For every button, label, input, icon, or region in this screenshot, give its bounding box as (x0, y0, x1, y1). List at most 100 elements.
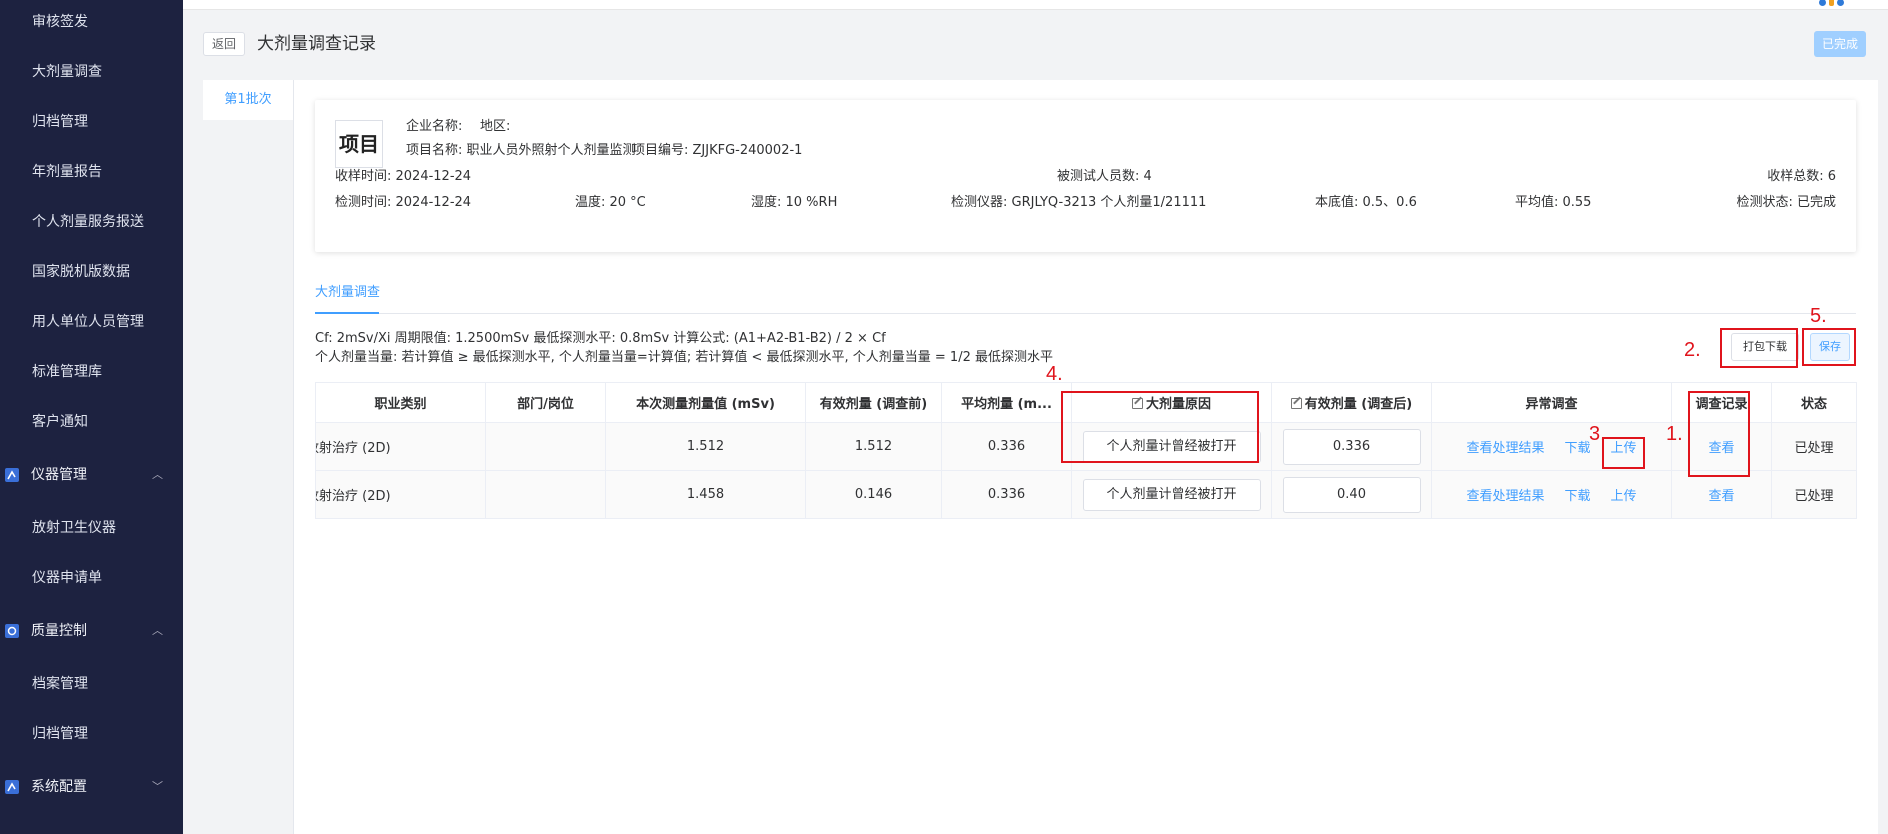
dose-rule-note: 个人剂量当量: 若计算值 ≥ 最低探测水平, 个人剂量当量=计算值; 若计算值 … (315, 350, 1053, 365)
tested-count: 被测试人员数: 4 (1057, 169, 1152, 184)
col-department: 部门/岗位 (485, 382, 606, 423)
annotation-label-1: 1. (1666, 423, 1683, 445)
effective-after-input[interactable]: 0.40 (1282, 476, 1421, 513)
sidebar-group-instruments[interactable]: 仪器管理 ︿ (0, 455, 183, 495)
quality-icon (5, 624, 19, 638)
effective-after-input[interactable]: 0.336 (1282, 428, 1421, 465)
cell-average-dose: 0.336 (941, 470, 1072, 519)
chevron-down-icon: ﹀ (152, 780, 163, 793)
sidebar-item-radiation-instruments[interactable]: 放射卫生仪器 (0, 508, 183, 548)
sidebar-item-standards-library[interactable]: 标准管理库 (0, 352, 183, 392)
cell-measured-dose: 1.512 (605, 422, 806, 471)
formula-note: Cf: 2mSv/Xi 周期限值: 1.2500mSv 最低探测水平: 0.8m… (315, 331, 886, 346)
view-result-link[interactable]: 查看处理结果 (1466, 441, 1544, 456)
completed-status-button[interactable]: 已完成 (1814, 31, 1866, 57)
sidebar-item-customer-notice[interactable]: 客户通知 (0, 402, 183, 442)
col-effective-after: 有效剂量 (调查后) (1271, 382, 1432, 423)
col-average-dose: 平均剂量 (m... (941, 382, 1072, 423)
col-abnormal-investigation: 异常调查 (1431, 382, 1672, 423)
sidebar-group-label: 仪器管理 (31, 467, 87, 483)
annotation-box-1 (1688, 391, 1750, 477)
table-row: 放射治疗 (2D) 1.458 0.146 0.336 个人剂量计曾经被打开 0… (315, 470, 1857, 519)
user-avatar-icon[interactable] (1816, 0, 1844, 10)
cell-effective-before: 0.146 (805, 470, 942, 519)
sample-total: 收样总数: 6 (1767, 169, 1836, 184)
tab-batch-1[interactable]: 第1批次 (203, 80, 295, 120)
cell-average-dose: 0.336 (941, 422, 1072, 471)
sidebar-group-label: 质量控制 (31, 623, 87, 639)
cell-occupation: 放射治疗 (2D) (315, 422, 486, 471)
temperature: 温度: 20 °C (575, 195, 646, 210)
annotation-label-5: 5. (1810, 305, 1827, 327)
sidebar-group-label: 系统配置 (31, 779, 87, 795)
sidebar-item-archive-management[interactable]: 归档管理 (0, 102, 183, 142)
tab-active-indicator (315, 312, 379, 314)
sidebar-item-national-offline-data[interactable]: 国家脱机版数据 (0, 252, 183, 292)
humidity: 湿度: 10 %RH (751, 195, 838, 210)
cell-effective-after: 0.40 (1271, 470, 1432, 519)
sample-time: 收样时间: 2024-12-24 (335, 169, 472, 184)
annotation-box-4 (1061, 391, 1259, 463)
sidebar-group-system-config[interactable]: 系统配置 ﹀ (0, 767, 183, 807)
back-button[interactable]: 返回 (203, 32, 245, 56)
sidebar-item-annual-dose-report[interactable]: 年剂量报告 (0, 152, 183, 192)
cell-record: 查看 (1671, 470, 1772, 519)
cell-abnormal-actions: 查看处理结果 下载 上传 (1431, 470, 1672, 519)
annotation-box-3 (1602, 437, 1645, 469)
sidebar-item-file-management[interactable]: 档案管理 (0, 664, 183, 704)
col-effective-before: 有效剂量 (调查前) (805, 382, 942, 423)
background-value: 本底值: 0.5、0.6 (1315, 195, 1417, 210)
cell-effective-after: 0.336 (1271, 422, 1432, 471)
instrument: 检测仪器: GRJLYQ-3213 个人剂量1/21111 (951, 195, 1207, 210)
download-link[interactable]: 下载 (1564, 489, 1590, 504)
sidebar-item-employer-staff[interactable]: 用人单位人员管理 (0, 302, 183, 342)
chevron-up-icon: ︿ (152, 468, 163, 481)
cell-status: 已处理 (1771, 422, 1857, 471)
sidebar-item-high-dose-investigation[interactable]: 大剂量调查 (0, 52, 183, 92)
upload-link[interactable]: 上传 (1611, 489, 1637, 504)
annotation-box-5 (1802, 328, 1856, 366)
sidebar-group-quality-control[interactable]: 质量控制 ︿ (0, 611, 183, 651)
cell-measured-dose: 1.458 (605, 470, 806, 519)
test-status: 检测状态: 已完成 (1736, 195, 1836, 210)
col-occupation: 职业类别 (315, 382, 486, 423)
config-icon (5, 780, 19, 794)
chevron-up-icon: ︿ (152, 624, 163, 637)
cell-department (485, 470, 606, 519)
tab-divider (315, 313, 1856, 314)
col-status: 状态 (1771, 382, 1857, 423)
page-title: 大剂量调查记录 (257, 34, 376, 54)
tab-high-dose-investigation[interactable]: 大剂量调查 (315, 283, 380, 303)
region: 地区: (480, 119, 511, 134)
annotation-box-2 (1720, 328, 1798, 368)
sidebar-item-personal-dose-reporting[interactable]: 个人剂量服务报送 (0, 202, 183, 242)
sidebar: 审核签发 大剂量调查 归档管理 年剂量报告 个人剂量服务报送 国家脱机版数据 用… (0, 0, 183, 834)
edit-icon (1290, 398, 1302, 409)
sidebar-item-instrument-request[interactable]: 仪器申请单 (0, 558, 183, 598)
annotation-label-3: 3. (1589, 423, 1606, 445)
sidebar-item-archive-management-2[interactable]: 归档管理 (0, 714, 183, 754)
sidebar-item-review-sign[interactable]: 审核签发 (0, 2, 183, 42)
project-number: 项目编号: ZJJKFG-240002-1 (632, 143, 803, 158)
cell-status: 已处理 (1771, 470, 1857, 519)
batch-tabs: 第1批次 (203, 80, 295, 820)
cell-effective-before: 1.512 (805, 422, 942, 471)
reason-select[interactable]: 个人剂量计曾经被打开 (1082, 478, 1261, 511)
annotation-label-2: 2. (1684, 339, 1701, 361)
test-time: 检测时间: 2024-12-24 (335, 195, 472, 210)
main-content: 返回 大剂量调查记录 已完成 第1批次 项目 企业名称: 地区: 项目名称: 职… (183, 0, 1888, 834)
view-record-link[interactable]: 查看 (1708, 489, 1734, 504)
project-info-card: 项目 企业名称: 地区: 项目名称: 职业人员外照射个人剂量监测 项目编号: Z… (315, 100, 1856, 252)
project-name: 项目名称: 职业人员外照射个人剂量监测 (406, 143, 636, 158)
company-name: 企业名称: (406, 119, 463, 134)
cell-occupation: 放射治疗 (2D) (315, 470, 486, 519)
cell-department (485, 422, 606, 471)
top-bar (183, 0, 1888, 10)
instrument-icon (5, 468, 19, 482)
col-measured-dose: 本次测量剂量值 (mSv) (605, 382, 806, 423)
project-label: 项目 (335, 120, 383, 168)
download-link[interactable]: 下载 (1564, 441, 1590, 456)
annotation-label-4: 4. (1046, 363, 1063, 385)
view-result-link[interactable]: 查看处理结果 (1466, 489, 1544, 504)
average-value: 平均值: 0.55 (1515, 195, 1592, 210)
